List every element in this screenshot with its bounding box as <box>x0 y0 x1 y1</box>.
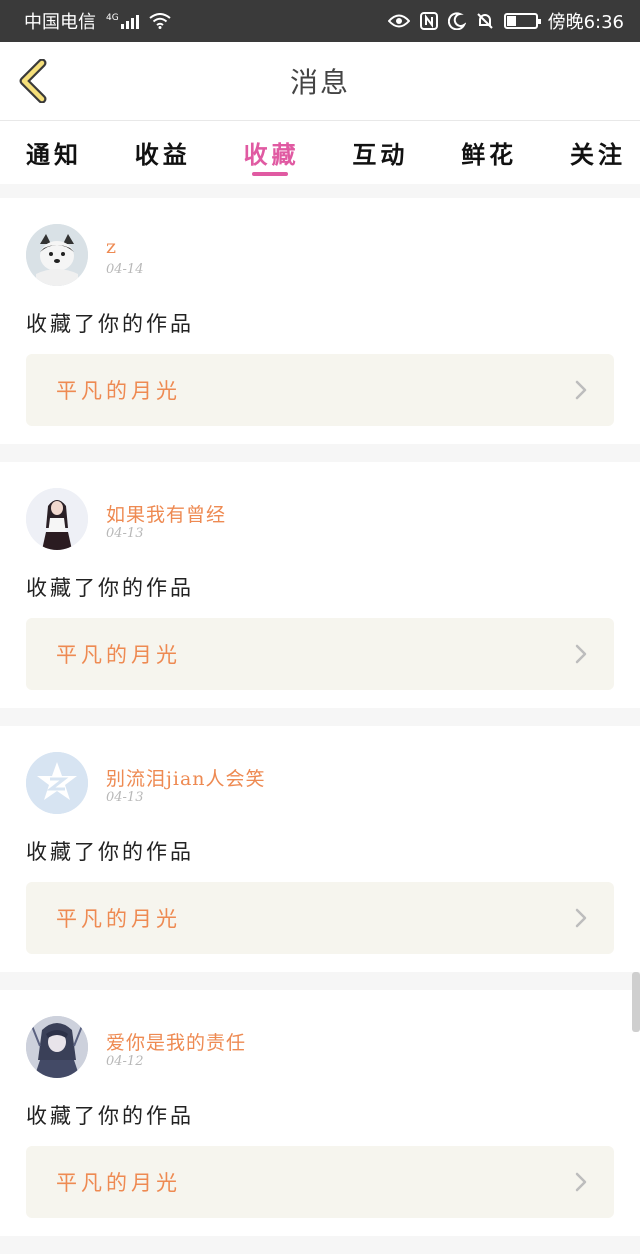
status-bar: 中国电信 4G 傍晚6:36 <box>0 0 640 42</box>
moon-icon <box>447 12 466 30</box>
carrier-label: 中国电信 <box>24 12 96 33</box>
action-text: 收藏了你的作品 <box>26 1104 194 1128</box>
date-label: 04-14 <box>106 262 144 277</box>
status-left: 中国电信 4G <box>24 8 171 34</box>
header: 消息 <box>0 42 640 120</box>
back-button[interactable] <box>16 58 50 104</box>
username[interactable]: 爱你是我的责任 <box>106 1028 246 1055</box>
wifi-icon <box>149 13 171 29</box>
list-item: 爱你是我的责任 04-12 收藏了你的作品 平凡的月光 <box>0 990 640 1236</box>
action-text: 收藏了你的作品 <box>26 576 194 600</box>
avatar[interactable] <box>26 224 88 286</box>
tab-favorites[interactable]: 收藏 <box>244 121 300 184</box>
mute-bell-icon <box>476 12 494 30</box>
tab-interaction[interactable]: 互动 <box>352 121 408 184</box>
tab-notification[interactable]: 通知 <box>26 121 82 184</box>
page-title: 消息 <box>289 66 350 99</box>
scrollbar[interactable] <box>632 972 640 1032</box>
girl-avatar-icon <box>26 488 88 550</box>
chevron-right-icon <box>574 379 588 401</box>
qzone-avatar-icon <box>26 752 88 814</box>
work-link[interactable]: 平凡的月光 <box>26 354 614 426</box>
list-item: 如果我有曾经 04-13 收藏了你的作品 平凡的月光 <box>0 462 640 708</box>
work-title: 平凡的月光 <box>56 1171 181 1195</box>
username[interactable]: 别流泪jian人会笑 <box>106 764 266 791</box>
work-link[interactable]: 平凡的月光 <box>26 618 614 690</box>
chevron-right-icon <box>574 643 588 665</box>
avatar[interactable] <box>26 1016 88 1078</box>
avatar[interactable] <box>26 752 88 814</box>
date-label: 04-13 <box>106 790 144 805</box>
tab-following[interactable]: 关注 <box>570 121 626 184</box>
tab-flowers[interactable]: 鲜花 <box>461 121 517 184</box>
date-label: 04-13 <box>106 526 144 541</box>
eye-icon <box>387 14 410 28</box>
signal-icon: 4G <box>106 13 139 29</box>
action-text: 收藏了你的作品 <box>26 312 194 336</box>
chevron-right-icon <box>574 1171 588 1193</box>
battery-icon <box>503 13 541 29</box>
chevron-right-icon <box>574 907 588 929</box>
list-item: 别流泪jian人会笑 04-13 收藏了你的作品 平凡的月光 <box>0 726 640 972</box>
nfc-icon <box>419 12 438 30</box>
tab-earnings[interactable]: 收益 <box>135 121 191 184</box>
back-arrow-icon <box>19 59 47 103</box>
work-link[interactable]: 平凡的月光 <box>26 1146 614 1218</box>
list-item: z 04-14 收藏了你的作品 平凡的月光 <box>0 198 640 444</box>
anime-avatar-icon <box>26 1016 88 1078</box>
work-link[interactable]: 平凡的月光 <box>26 882 614 954</box>
action-text: 收藏了你的作品 <box>26 840 194 864</box>
network-type-label: 4G <box>106 13 119 23</box>
avatar[interactable] <box>26 488 88 550</box>
username[interactable]: 如果我有曾经 <box>106 500 226 527</box>
work-title: 平凡的月光 <box>56 907 181 931</box>
dog-avatar-icon <box>26 224 88 286</box>
work-title: 平凡的月光 <box>56 379 181 403</box>
clock-label: 傍晚6:36 <box>547 12 624 33</box>
status-right: 傍晚6:36 <box>387 8 624 34</box>
work-title: 平凡的月光 <box>56 643 181 667</box>
username[interactable]: z <box>106 236 117 258</box>
message-list: z 04-14 收藏了你的作品 平凡的月光 如果我有曾经 04-13 收藏了你的… <box>0 198 640 1254</box>
date-label: 04-12 <box>106 1054 144 1069</box>
tab-bar: 通知 收益 收藏 互动 鲜花 关注 <box>0 120 640 184</box>
